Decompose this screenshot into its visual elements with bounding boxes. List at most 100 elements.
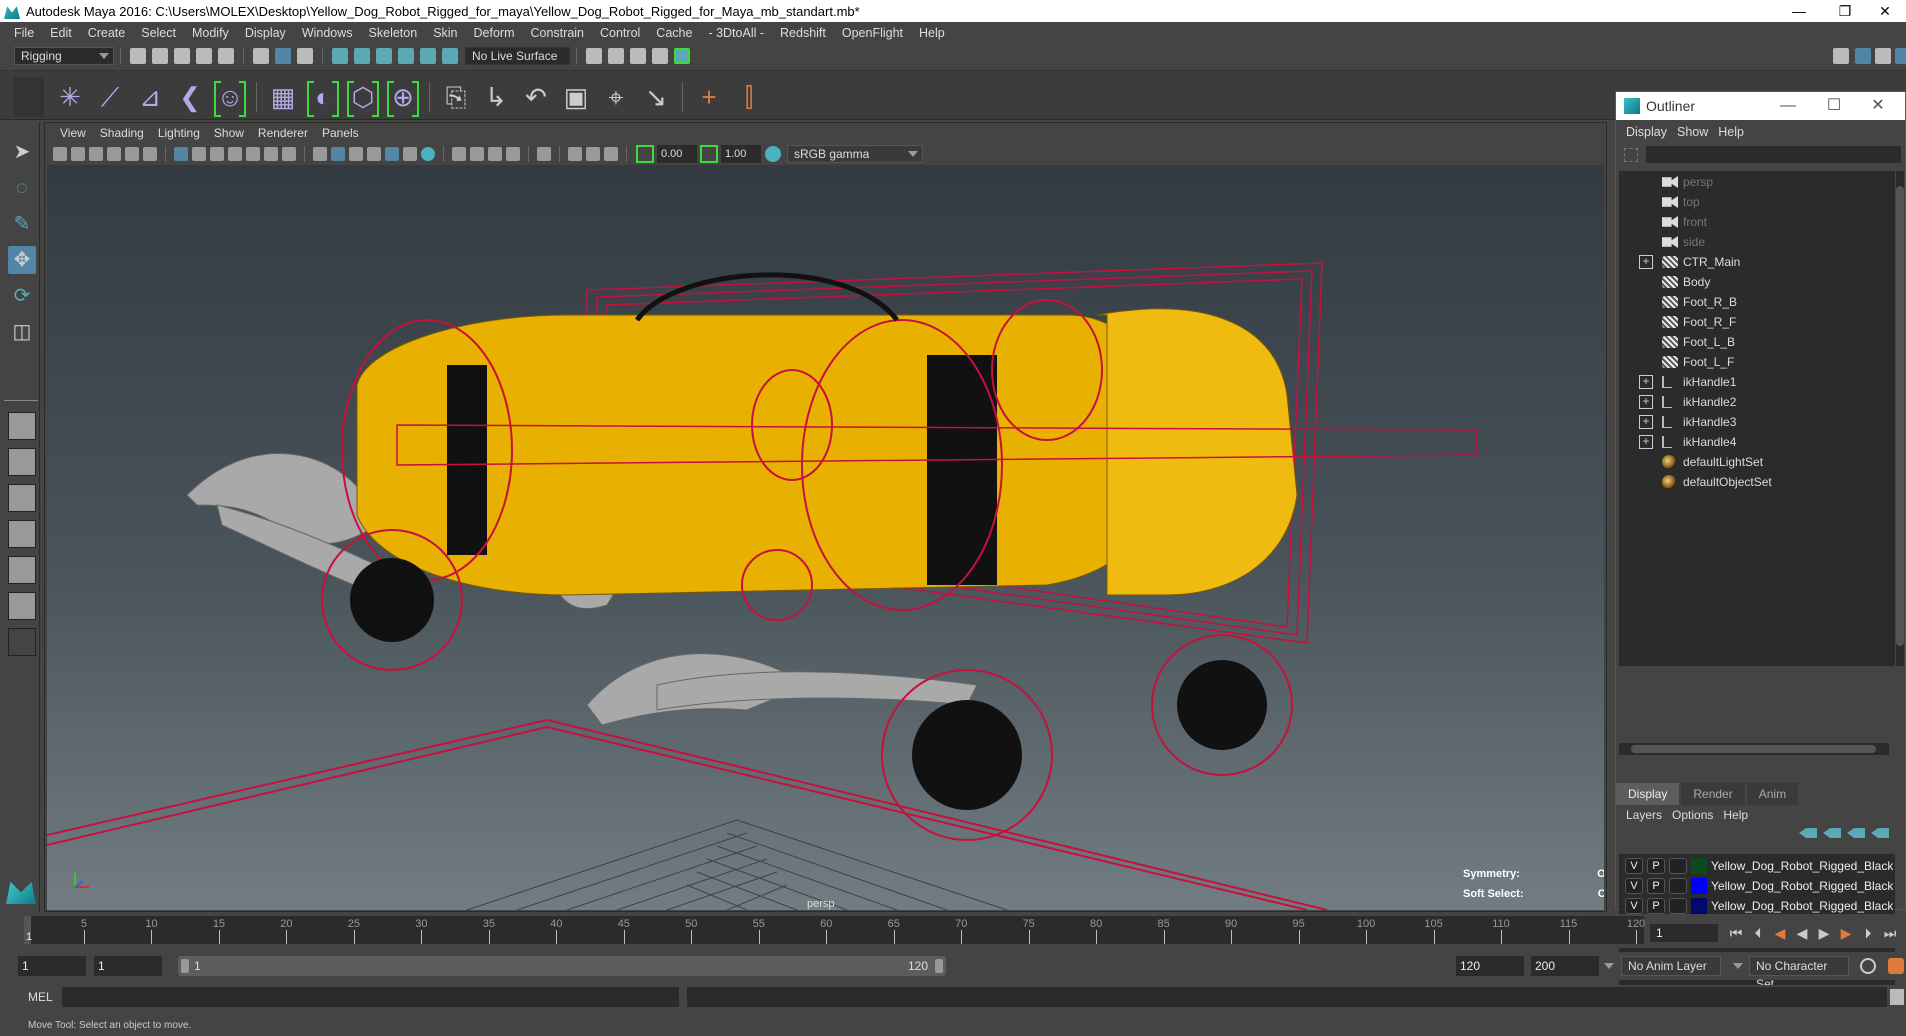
render-settings-icon[interactable] — [652, 48, 668, 64]
animation-preferences-icon[interactable] — [1888, 958, 1904, 974]
step-forward-frame-button[interactable]: ⏵ — [1857, 924, 1879, 942]
motion-blur-icon[interactable] — [470, 147, 484, 161]
menu-skin[interactable]: Skin — [425, 26, 465, 40]
locator-icon[interactable]: + — [693, 81, 725, 113]
layer-playback-toggle[interactable]: P — [1647, 858, 1665, 874]
minimize-button[interactable]: — — [1776, 0, 1822, 22]
chevron-down-icon[interactable] — [1733, 963, 1743, 969]
screen-space-ao-icon[interactable] — [452, 147, 466, 161]
shadows-icon[interactable] — [421, 147, 435, 161]
layer-visibility-toggle[interactable]: V — [1625, 858, 1643, 874]
current-frame-field[interactable]: 1 — [1650, 924, 1718, 942]
persp-graph-layout-icon[interactable] — [8, 520, 36, 548]
animation-end-field[interactable]: 200 — [1531, 956, 1599, 976]
tool-settings-toggle-icon[interactable] — [1875, 48, 1891, 64]
play-forwards-button[interactable]: ▶ — [1813, 924, 1835, 942]
live-surface-field[interactable]: No Live Surface — [465, 47, 570, 65]
layer-display-type-toggle[interactable] — [1669, 858, 1687, 874]
menu-skeleton[interactable]: Skeleton — [361, 26, 426, 40]
undo-icon[interactable] — [196, 48, 212, 64]
layer-playback-toggle[interactable]: P — [1647, 878, 1665, 894]
menu-windows[interactable]: Windows — [294, 26, 361, 40]
outliner-item[interactable]: defaultLightSet — [1619, 452, 1879, 472]
layer-tab-anim[interactable]: Anim — [1746, 783, 1799, 805]
modeling-toolkit-icon[interactable] — [1833, 48, 1849, 64]
outliner-filter-icon[interactable] — [1624, 148, 1638, 162]
snap-curve-icon[interactable] — [354, 48, 370, 64]
animation-start-field[interactable]: 1 — [18, 956, 86, 976]
default-material-icon[interactable] — [349, 147, 363, 161]
rotate-tool-icon[interactable]: ⟳ — [8, 282, 36, 310]
ik-handle-icon[interactable]: ⟋ — [94, 81, 126, 113]
pole-vector-icon[interactable]: ↘ — [640, 81, 672, 113]
channel-box-toggle-icon[interactable] — [1895, 48, 1906, 64]
resolution-gate-icon[interactable] — [210, 147, 224, 161]
new-scene-icon[interactable] — [130, 48, 146, 64]
layer-tab-display[interactable]: Display — [1616, 783, 1680, 805]
scrollbar-thumb[interactable] — [1631, 745, 1876, 753]
outliner-search-input[interactable] — [1646, 146, 1901, 163]
smooth-bind-icon[interactable]: ◐ — [307, 81, 339, 117]
layer-color-swatch[interactable] — [1691, 878, 1707, 894]
expand-icon[interactable]: + — [1639, 435, 1653, 449]
3d-viewport[interactable]: Symmetry: Off Soft Select: On persp — [47, 165, 1604, 910]
parent-constraint-icon[interactable]: ⎘ — [440, 81, 472, 113]
outliner-item[interactable]: front — [1619, 212, 1879, 232]
joint-tool-icon[interactable]: ✳ — [54, 81, 86, 113]
expand-icon[interactable]: + — [1639, 395, 1653, 409]
isolate-select-icon[interactable] — [537, 147, 551, 161]
outliner-item[interactable]: + ikHandle1 — [1619, 372, 1879, 392]
lattice-icon[interactable]: ⬡ — [347, 81, 379, 117]
range-start-handle[interactable] — [181, 959, 189, 973]
new-empty-layer-icon[interactable] — [1847, 828, 1865, 838]
layer-row[interactable]: V P Yellow_Dog_Robot_Rigged_Black_R — [1619, 896, 1895, 916]
ik-spline-icon[interactable]: ⊿ — [134, 81, 166, 113]
wireframe-on-shaded-icon[interactable] — [367, 147, 381, 161]
layer-display-type-toggle[interactable] — [1669, 898, 1687, 914]
ipr-render-icon[interactable] — [630, 48, 646, 64]
close-button[interactable]: ✕ — [1862, 0, 1906, 22]
shelf-tab-menu[interactable] — [14, 77, 44, 117]
aim-constraint-icon[interactable]: ⌖ — [600, 81, 632, 113]
layer-row[interactable]: V P Yellow_Dog_Robot_Rigged_Black_R — [1619, 876, 1895, 896]
anim-layer-dropdown[interactable]: No Anim Layer — [1621, 956, 1721, 976]
go-to-end-button[interactable]: ⏭ — [1879, 924, 1901, 942]
use-all-lights-icon[interactable] — [403, 147, 417, 161]
outliner-titlebar[interactable]: Outliner — ☐ ✕ — [1616, 92, 1905, 120]
grease-pencil-icon[interactable] — [143, 147, 157, 161]
outliner-item[interactable]: Foot_L_F — [1619, 352, 1879, 372]
exposure-toggle-icon[interactable] — [636, 145, 654, 163]
menu-display[interactable]: Display — [237, 26, 294, 40]
outliner-item[interactable]: Body — [1619, 272, 1879, 292]
smooth-shade-icon[interactable] — [331, 147, 345, 161]
playback-start-field[interactable]: 1 — [94, 956, 162, 976]
gate-mask-icon[interactable] — [228, 147, 242, 161]
safe-title-icon[interactable] — [282, 147, 296, 161]
chevron-down-icon[interactable] — [1604, 963, 1614, 969]
menu-constrain[interactable]: Constrain — [523, 26, 593, 40]
scale-constraint-icon[interactable]: ▣ — [560, 81, 592, 113]
menu-create[interactable]: Create — [80, 26, 134, 40]
outliner-item[interactable]: side — [1619, 232, 1879, 252]
2d-pan-zoom-icon[interactable] — [125, 147, 139, 161]
menu-redshift[interactable]: Redshift — [772, 26, 834, 40]
paint-select-tool-icon[interactable]: ✎ — [8, 210, 36, 238]
render-view-icon[interactable] — [586, 48, 602, 64]
joint-label-icon[interactable]: ⫿ — [733, 81, 765, 113]
playback-end-field[interactable]: 120 — [1456, 956, 1524, 976]
outliner-menu-help[interactable]: Help — [1716, 125, 1752, 139]
outliner-minimize-button[interactable]: — — [1766, 92, 1810, 120]
layer-menu-layers[interactable]: Layers — [1624, 808, 1670, 822]
four-view-layout-icon[interactable] — [8, 448, 36, 476]
gamma-toggle-icon[interactable] — [700, 145, 718, 163]
new-layer-from-selected-icon[interactable] — [1871, 828, 1889, 838]
camera-attributes-icon[interactable] — [71, 147, 85, 161]
insert-joint-icon[interactable]: ❮ — [174, 81, 206, 113]
viewport-menu-renderer[interactable]: Renderer — [251, 126, 315, 140]
outliner-item[interactable]: + ikHandle4 — [1619, 432, 1879, 452]
snap-view-plane-icon[interactable] — [420, 48, 436, 64]
xray-icon[interactable] — [568, 147, 582, 161]
depth-of-field-icon[interactable] — [506, 147, 520, 161]
expand-icon[interactable]: + — [1639, 415, 1653, 429]
layer-color-swatch[interactable] — [1691, 898, 1707, 914]
